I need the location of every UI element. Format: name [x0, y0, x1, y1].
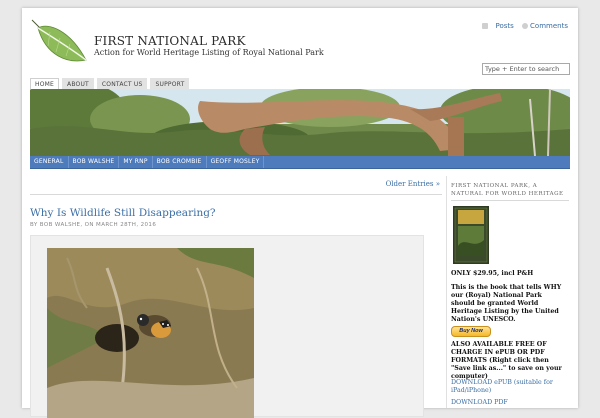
feed-links: Posts Comments — [481, 22, 568, 30]
post-meta: BY BOB WALSHE, ON MARCH 28TH, 2016 — [30, 222, 157, 228]
older-entries-link[interactable]: Older Entries » — [386, 180, 440, 188]
buy-now-button[interactable]: Buy Now — [451, 326, 491, 337]
book-price: ONLY $29.95, incl P&H — [451, 270, 534, 277]
category-nav: GENERAL BOB WALSHE MY RNP BOB CROMBIE GE… — [30, 156, 570, 169]
category-bob-walshe[interactable]: BOB WALSHE — [69, 156, 120, 168]
post-photo-bird[interactable] — [47, 248, 254, 418]
download-epub-link[interactable]: DOWNLOAD ePUB (suitable for iPad/iPhone) — [451, 379, 567, 395]
comments-feed-link[interactable]: Comments — [530, 22, 568, 30]
search-input[interactable] — [482, 63, 570, 75]
rss-icon — [481, 23, 488, 29]
page: FIRST NATIONAL PARK Action for World Her… — [22, 8, 578, 418]
divider — [30, 194, 442, 195]
site-title[interactable]: FIRST NATIONAL PARK — [94, 34, 246, 48]
download-pdf-link[interactable]: DOWNLOAD PDF — [451, 399, 567, 407]
header-banner-image — [30, 89, 570, 156]
category-bob-crombie[interactable]: BOB CROMBIE — [153, 156, 207, 168]
book-description: This is the book that tells WHY our (Roy… — [451, 284, 562, 323]
comments-icon — [522, 23, 529, 29]
posts-feed-link[interactable]: Posts — [496, 22, 514, 30]
widget-title: FIRST NATIONAL PARK, A NATURAL FOR WORLD… — [451, 183, 564, 197]
sidebar: FIRST NATIONAL PARK, A NATURAL FOR WORLD… — [446, 176, 571, 408]
site-tagline: Action for World Heritage Listing of Roy… — [94, 48, 324, 57]
category-general[interactable]: GENERAL — [30, 156, 69, 168]
book-cover-image[interactable] — [453, 206, 489, 264]
divider — [451, 200, 569, 201]
leaf-logo[interactable] — [28, 16, 92, 70]
post-title[interactable]: Why Is Wildlife Still Disappearing? — [30, 207, 216, 219]
category-my-rnp[interactable]: MY RNP — [119, 156, 153, 168]
category-geoff-mosley[interactable]: GEOFF MOSLEY — [207, 156, 265, 168]
free-formats-text: ALSO AVAILABLE FREE OF CHARGE IN ePUB OR… — [451, 341, 562, 380]
post-image-frame — [30, 235, 424, 418]
